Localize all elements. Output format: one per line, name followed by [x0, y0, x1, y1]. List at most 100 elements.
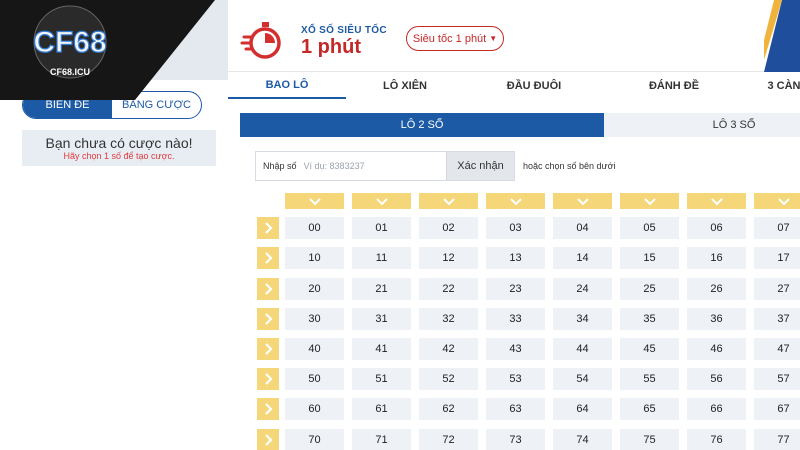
number-cell[interactable]: 35 [620, 308, 679, 330]
number-cell[interactable]: 32 [419, 308, 478, 330]
dropdown-value: Siêu tốc 1 phút [412, 32, 487, 45]
row-select-button[interactable] [257, 217, 279, 239]
number-cell[interactable]: 41 [352, 338, 411, 360]
number-cell[interactable]: 22 [419, 278, 478, 300]
number-cell[interactable]: 12 [419, 247, 478, 269]
number-cell[interactable]: 55 [620, 368, 679, 390]
number-cell[interactable]: 46 [687, 338, 746, 360]
number-cell[interactable]: 60 [285, 398, 344, 420]
number-cell[interactable]: 13 [486, 247, 545, 269]
number-cell[interactable]: 54 [553, 368, 612, 390]
number-cell[interactable]: 16 [687, 247, 746, 269]
row-select-button[interactable] [257, 308, 279, 330]
number-cell[interactable]: 14 [553, 247, 612, 269]
number-cell[interactable]: 43 [486, 338, 545, 360]
number-cell[interactable]: 50 [285, 368, 344, 390]
number-cell[interactable]: 03 [486, 217, 545, 239]
column-select-button[interactable] [754, 193, 800, 209]
number-cell[interactable]: 56 [687, 368, 746, 390]
number-cell[interactable]: 25 [620, 278, 679, 300]
number-cell[interactable]: 64 [553, 398, 612, 420]
number-cell[interactable]: 37 [754, 308, 800, 330]
column-select-button[interactable] [486, 193, 545, 209]
number-cell[interactable]: 21 [352, 278, 411, 300]
tab-3[interactable]: ĐÁNH ĐỀ [604, 72, 744, 99]
chevron-right-icon [264, 312, 273, 326]
number-cell[interactable]: 40 [285, 338, 344, 360]
number-cell[interactable]: 67 [754, 398, 800, 420]
number-cell[interactable]: 11 [352, 247, 411, 269]
number-cell[interactable]: 23 [486, 278, 545, 300]
number-cell[interactable]: 05 [620, 217, 679, 239]
number-cell[interactable]: 10 [285, 247, 344, 269]
number-cell[interactable]: 26 [687, 278, 746, 300]
number-cell[interactable]: 53 [486, 368, 545, 390]
column-select-button[interactable] [620, 193, 679, 209]
number-cell[interactable]: 15 [620, 247, 679, 269]
number-cell[interactable]: 17 [754, 247, 800, 269]
number-cell[interactable]: 20 [285, 278, 344, 300]
column-select-button[interactable] [419, 193, 478, 209]
number-cell[interactable]: 76 [687, 429, 746, 450]
tab-4[interactable]: 3 CÀN [744, 72, 800, 99]
number-cell[interactable]: 75 [620, 429, 679, 450]
row-select-button[interactable] [257, 398, 279, 420]
row-select-button[interactable] [257, 247, 279, 269]
number-cell[interactable]: 33 [486, 308, 545, 330]
number-cell[interactable]: 00 [285, 217, 344, 239]
number-cell[interactable]: 70 [285, 429, 344, 450]
subtab-lo-3-so[interactable]: LÔ 3 SỐ [604, 113, 800, 137]
number-cell[interactable]: 06 [687, 217, 746, 239]
number-input-row: Nhập số Xác nhận hoặc chọn số bên dưới [255, 151, 616, 181]
chevron-right-icon [264, 433, 273, 447]
number-cell[interactable]: 27 [754, 278, 800, 300]
confirm-button[interactable]: Xác nhận [447, 151, 515, 181]
number-cell[interactable]: 36 [687, 308, 746, 330]
number-cell[interactable]: 04 [553, 217, 612, 239]
number-cell[interactable]: 02 [419, 217, 478, 239]
stopwatch-icon [240, 22, 281, 59]
number-cell[interactable]: 71 [352, 429, 411, 450]
number-cell[interactable]: 74 [553, 429, 612, 450]
number-cell[interactable]: 62 [419, 398, 478, 420]
number-cell[interactable]: 24 [553, 278, 612, 300]
column-select-button[interactable] [553, 193, 612, 209]
number-cell[interactable]: 42 [419, 338, 478, 360]
number-cell[interactable]: 52 [419, 368, 478, 390]
number-cell[interactable]: 01 [352, 217, 411, 239]
number-cell[interactable]: 63 [486, 398, 545, 420]
tab-1[interactable]: LÔ XIÊN [346, 72, 464, 99]
number-cell[interactable]: 61 [352, 398, 411, 420]
tab-2[interactable]: ĐẦU ĐUÔI [464, 72, 604, 99]
game-mode-dropdown[interactable]: Siêu tốc 1 phút ▼ [406, 26, 504, 51]
number-cell[interactable]: 72 [419, 429, 478, 450]
number-cell[interactable]: 47 [754, 338, 800, 360]
row-select-button[interactable] [257, 429, 279, 450]
row-select-button[interactable] [257, 338, 279, 360]
row-select-button[interactable] [257, 278, 279, 300]
number-input[interactable] [303, 161, 414, 171]
column-select-button[interactable] [687, 193, 746, 209]
number-cell[interactable]: 65 [620, 398, 679, 420]
chevron-right-icon [264, 251, 273, 265]
number-cell[interactable]: 51 [352, 368, 411, 390]
chevron-down-icon [308, 197, 322, 206]
number-cell[interactable]: 73 [486, 429, 545, 450]
column-select-button[interactable] [285, 193, 344, 209]
number-cell[interactable]: 66 [687, 398, 746, 420]
number-cell[interactable]: 31 [352, 308, 411, 330]
number-cell[interactable]: 07 [754, 217, 800, 239]
row-select-button[interactable] [257, 368, 279, 390]
game-subtitle: XỔ SỐ SIÊU TỐC [301, 25, 387, 36]
number-cell[interactable]: 45 [620, 338, 679, 360]
number-cell[interactable]: 77 [754, 429, 800, 450]
tab-0[interactable]: BAO LÔ [228, 72, 346, 99]
subtab-lo-2-so[interactable]: LÔ 2 SỐ [240, 113, 604, 137]
corner-decoration [764, 0, 800, 72]
number-cell[interactable]: 44 [553, 338, 612, 360]
empty-bets-hint: Hãy chọn 1 số để tạo cược. [63, 151, 175, 161]
number-cell[interactable]: 57 [754, 368, 800, 390]
number-cell[interactable]: 34 [553, 308, 612, 330]
number-cell[interactable]: 30 [285, 308, 344, 330]
column-select-button[interactable] [352, 193, 411, 209]
